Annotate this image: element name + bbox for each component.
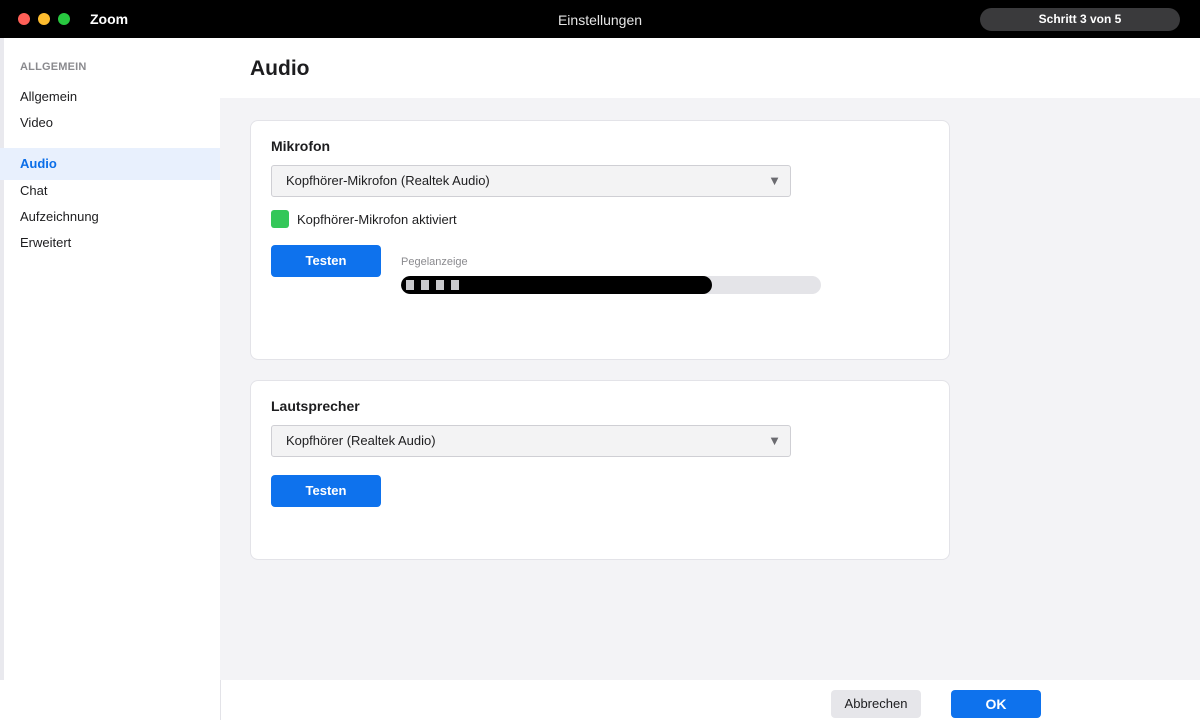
microphone-title: Mikrofon <box>271 138 331 154</box>
level-meter-segment <box>421 280 429 290</box>
level-meter-segment <box>451 280 459 290</box>
chevron-down-icon: ▼ <box>768 173 781 188</box>
level-meter-segment <box>406 280 414 290</box>
sidebar-section-title: ALLGEMEIN <box>20 61 87 73</box>
chevron-down-icon: ▼ <box>768 433 781 448</box>
settings-panel: Mikrofon Kopfhörer-Mikrofon (Realtek Aud… <box>220 98 1200 680</box>
ok-button[interactable]: OK <box>951 690 1041 718</box>
microphone-enabled-label: Kopfhörer-Mikrofon aktiviert <box>297 212 457 227</box>
test-speaker-button[interactable]: Testen <box>271 475 381 507</box>
sidebar-item-video[interactable]: Video <box>0 107 220 139</box>
speaker-select[interactable]: Kopfhörer (Realtek Audio) ▼ <box>271 425 791 457</box>
step-indicator: Schritt 3 von 5 <box>980 8 1180 31</box>
main-header: Audio <box>220 38 1200 98</box>
sidebar-item-erweitert[interactable]: Erweitert <box>0 227 220 259</box>
level-meter-fill <box>401 276 712 294</box>
dialog-footer: Abbrechen OK <box>220 680 1200 720</box>
microphone-select-value: Kopfhörer-Mikrofon (Realtek Audio) <box>286 173 490 188</box>
level-meter <box>401 276 821 294</box>
microphone-select[interactable]: Kopfhörer-Mikrofon (Realtek Audio) ▼ <box>271 165 791 197</box>
test-microphone-button[interactable]: Testen <box>271 245 381 277</box>
cancel-button[interactable]: Abbrechen <box>831 690 921 718</box>
page-title: Audio <box>250 57 310 80</box>
sidebar: ALLGEMEIN Allgemein Video Audio Chat Auf… <box>0 38 220 680</box>
speaker-title: Lautsprecher <box>271 398 360 414</box>
speaker-card: Lautsprecher Kopfhörer (Realtek Audio) ▼… <box>250 380 950 560</box>
speaker-select-value: Kopfhörer (Realtek Audio) <box>286 433 436 448</box>
title-bar: Zoom Einstellungen Schritt 3 von 5 <box>0 0 1200 38</box>
level-meter-segment <box>436 280 444 290</box>
microphone-card: Mikrofon Kopfhörer-Mikrofon (Realtek Aud… <box>250 120 950 360</box>
checkbox-icon[interactable] <box>271 210 289 228</box>
level-meter-label: Pegelanzeige <box>401 256 468 268</box>
